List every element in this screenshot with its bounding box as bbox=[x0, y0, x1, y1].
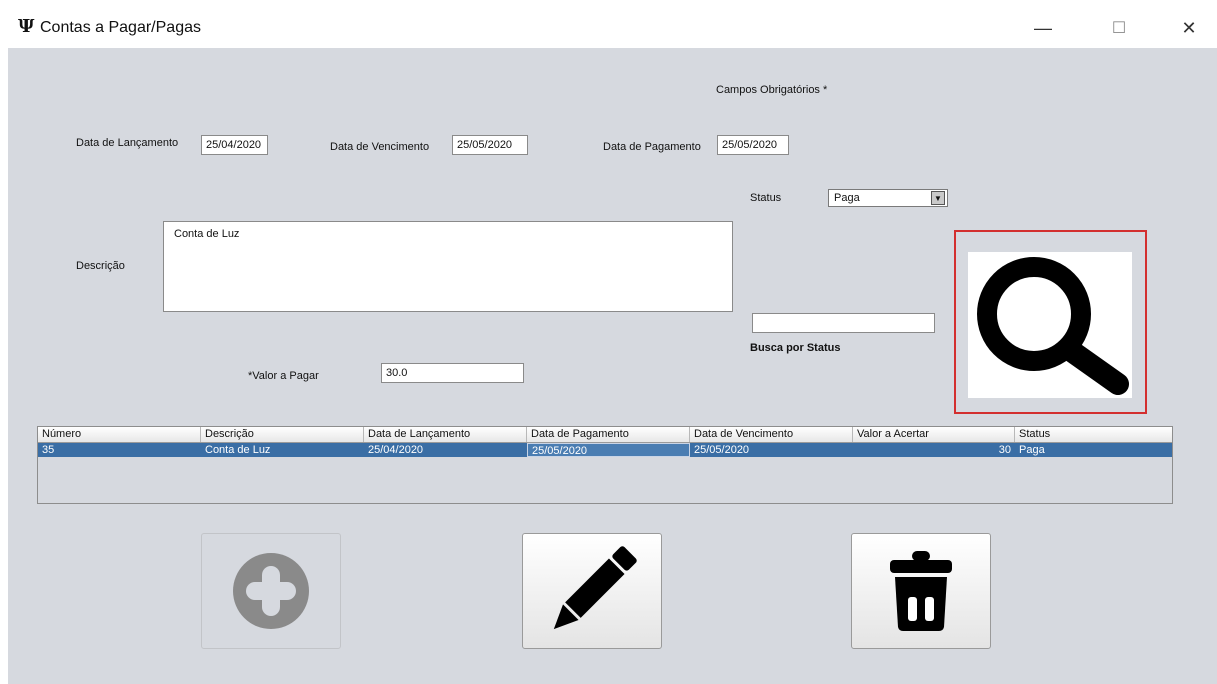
column-header[interactable]: Status bbox=[1015, 427, 1172, 442]
add-button[interactable] bbox=[201, 533, 341, 649]
description-textarea[interactable]: Conta de Luz bbox=[163, 221, 733, 312]
pencil-icon bbox=[553, 546, 637, 630]
payment-date-label: Data de Pagamento bbox=[603, 141, 701, 153]
due-date-label: Data de Vencimento bbox=[330, 141, 430, 153]
table-cell: 25/04/2020 bbox=[368, 444, 424, 456]
amount-label: *Valor a Pagar bbox=[248, 370, 319, 382]
required-fields-note: Campos Obrigatórios * bbox=[716, 84, 828, 96]
table-cell: 35 bbox=[42, 444, 55, 456]
table-cell: 25/05/2020 bbox=[694, 444, 750, 456]
status-select-value: Paga bbox=[834, 192, 860, 204]
due-date-field[interactable]: 25/05/2020 bbox=[452, 135, 528, 155]
column-header[interactable]: Número bbox=[38, 427, 201, 442]
minimize-button[interactable]: — bbox=[1020, 10, 1066, 46]
amount-field[interactable]: 30.0 bbox=[381, 363, 524, 383]
search-button[interactable] bbox=[954, 230, 1147, 414]
table-cell: Conta de Luz bbox=[205, 444, 271, 456]
column-header[interactable]: Data de Pagamento bbox=[527, 427, 690, 442]
status-select[interactable]: Paga ▼ bbox=[828, 189, 948, 207]
title-bar: Ψ Contas a Pagar/Pagas — ☐ ✕ bbox=[8, 10, 1217, 48]
delete-button[interactable] bbox=[851, 533, 991, 649]
app-logo-icon: Ψ bbox=[18, 16, 35, 37]
app-window: Ψ Contas a Pagar/Pagas — ☐ ✕ Campos Obri… bbox=[8, 10, 1217, 684]
window-title: Contas a Pagar/Pagas bbox=[40, 19, 201, 36]
column-header[interactable]: Data de Lançamento bbox=[364, 427, 527, 442]
dropdown-arrow-icon[interactable]: ▼ bbox=[931, 191, 945, 205]
table-row[interactable]: 35 Conta de Luz 25/04/2020 25/05/2020 25… bbox=[38, 443, 1172, 457]
add-icon bbox=[233, 553, 309, 629]
table-cell: Paga bbox=[1019, 444, 1045, 456]
description-label: Descrição bbox=[76, 260, 125, 272]
search-icon bbox=[977, 257, 1129, 395]
payment-date-field[interactable]: 25/05/2020 bbox=[717, 135, 789, 155]
bills-table[interactable]: Número Descrição Data de Lançamento Data… bbox=[37, 426, 1173, 504]
trash-icon bbox=[890, 551, 952, 631]
column-header[interactable]: Valor a Acertar bbox=[853, 427, 1015, 442]
status-search-field[interactable] bbox=[752, 313, 935, 333]
search-icon-area bbox=[968, 252, 1132, 398]
maximize-button[interactable]: ☐ bbox=[1096, 10, 1142, 46]
launch-date-field[interactable]: 25/04/2020 bbox=[201, 135, 268, 155]
table-cell: 25/05/2020 bbox=[527, 443, 690, 457]
edit-button[interactable] bbox=[522, 533, 662, 649]
column-header[interactable]: Data de Vencimento bbox=[690, 427, 853, 442]
table-header: Número Descrição Data de Lançamento Data… bbox=[38, 427, 1172, 443]
column-header[interactable]: Descrição bbox=[201, 427, 364, 442]
status-label: Status bbox=[750, 192, 782, 204]
status-search-label: Busca por Status bbox=[750, 342, 841, 354]
launch-date-label: Data de Lançamento bbox=[76, 137, 179, 149]
close-button[interactable]: ✕ bbox=[1166, 10, 1212, 46]
table-cell: 30 bbox=[998, 444, 1011, 456]
